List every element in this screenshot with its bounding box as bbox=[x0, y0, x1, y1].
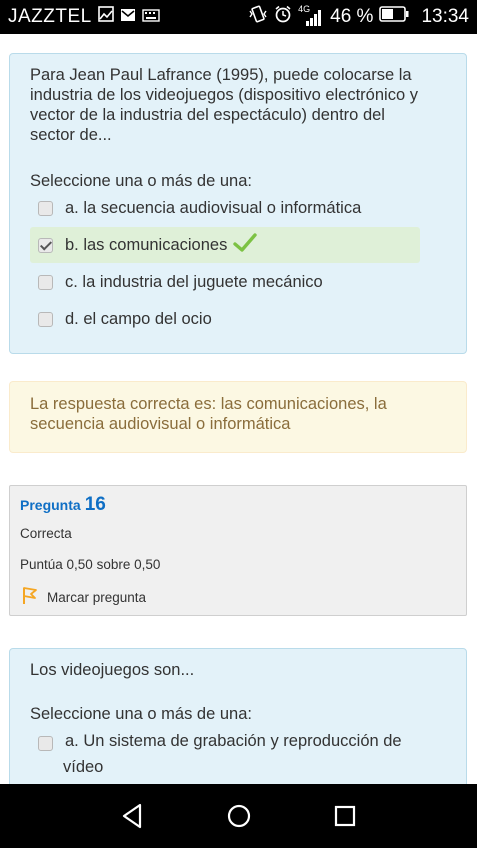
option-16-a-label-line1: a. Un sistema de grabación y reproducció… bbox=[65, 732, 402, 750]
option-b-label: b. las comunicaciones bbox=[65, 235, 228, 254]
correct-check-icon bbox=[233, 232, 258, 258]
option-c-checkbox[interactable] bbox=[38, 274, 53, 290]
option-d-checkbox[interactable] bbox=[38, 311, 53, 327]
home-icon bbox=[227, 804, 251, 828]
option-a[interactable]: a. la secuencia audiovisual o informátic… bbox=[30, 190, 420, 226]
carrier-name: JAZZTEL bbox=[8, 6, 92, 27]
question-number: Pregunta 16 bbox=[20, 494, 106, 516]
option-d[interactable]: d. el campo del ocio bbox=[30, 301, 420, 337]
question-number-value: 16 bbox=[84, 494, 106, 515]
question-state: Correcta bbox=[20, 526, 72, 541]
flag-question-button[interactable]: Marcar pregunta bbox=[22, 587, 146, 608]
back-button[interactable] bbox=[118, 801, 148, 831]
flag-icon bbox=[22, 587, 38, 608]
recents-button[interactable] bbox=[330, 801, 360, 831]
alarm-icon bbox=[274, 5, 292, 29]
option-b-checkbox[interactable] bbox=[38, 237, 53, 253]
navigation-bar bbox=[0, 784, 477, 848]
quiz-content: Para Jean Paul Lafrance (1995), puede co… bbox=[0, 34, 477, 784]
signal-icon: 4G bbox=[298, 4, 324, 27]
status-bar: JAZZTEL 4G 46 % 13:34 bbox=[0, 0, 477, 34]
correct-answer-feedback: La respuesta correcta es: las comunicaci… bbox=[9, 381, 467, 453]
home-button[interactable] bbox=[224, 801, 254, 831]
option-a-checkbox[interactable] bbox=[38, 200, 53, 216]
question-grade: Puntúa 0,50 sobre 0,50 bbox=[20, 557, 161, 572]
option-b[interactable]: b. las comunicaciones bbox=[30, 227, 420, 263]
option-a-label: a. la secuencia audiovisual o informátic… bbox=[65, 198, 362, 217]
question-number-label: Pregunta bbox=[20, 497, 81, 513]
clock: 13:34 bbox=[421, 6, 469, 27]
flag-question-label: Marcar pregunta bbox=[47, 590, 147, 605]
battery-percent: 46 % bbox=[330, 6, 374, 27]
question-15-text: Para Jean Paul Lafrance (1995), puede co… bbox=[30, 66, 418, 144]
question-15-prompt: Seleccione una o más de una: bbox=[30, 172, 252, 190]
question-16-prompt: Seleccione una o más de una: bbox=[30, 705, 252, 723]
question-16-info: Pregunta 16 Correcta Puntúa 0,50 sobre 0,… bbox=[9, 485, 467, 616]
recents-icon bbox=[334, 805, 356, 827]
option-16-a-checkbox[interactable] bbox=[38, 736, 53, 751]
option-c-label: c. la industria del juguete mecánico bbox=[65, 272, 323, 291]
back-icon bbox=[122, 803, 142, 829]
question-15-box: Para Jean Paul Lafrance (1995), puede co… bbox=[9, 53, 467, 354]
option-d-label: d. el campo del ocio bbox=[65, 309, 212, 328]
keyboard-icon bbox=[142, 6, 160, 28]
battery-icon bbox=[379, 6, 409, 28]
question-16-box: Los videojuegos son... Seleccione una o … bbox=[9, 648, 467, 784]
image-icon bbox=[97, 6, 114, 28]
mail-icon bbox=[120, 6, 136, 28]
option-c[interactable]: c. la industria del juguete mecánico bbox=[30, 264, 420, 300]
option-16-a-label-line2: vídeo bbox=[63, 758, 104, 776]
vibrate-icon bbox=[248, 5, 268, 29]
question-16-text: Los videojuegos son... bbox=[30, 661, 195, 679]
